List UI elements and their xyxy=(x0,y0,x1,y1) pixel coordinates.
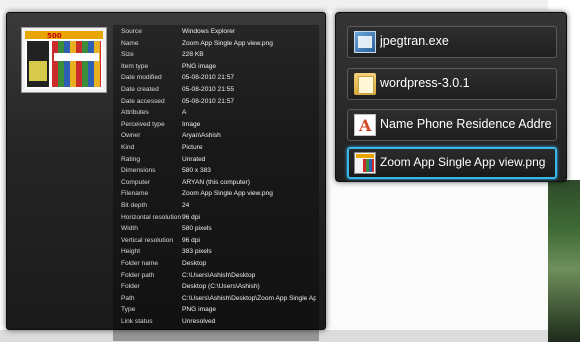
property-key: Name xyxy=(121,39,139,47)
jumplist-item-label: wordpress-3.0.1 xyxy=(380,76,470,90)
property-key: Size xyxy=(121,51,134,59)
property-row: Vertical resolution 96 dpi xyxy=(121,235,316,246)
property-value: PNG image xyxy=(182,306,217,314)
property-key: Date modified xyxy=(121,74,162,82)
property-row: Item type PNG image xyxy=(121,61,316,72)
property-key: Horizontal resolution xyxy=(121,213,182,221)
jumplist-item-wordpress[interactable]: wordpress-3.0.1 xyxy=(347,68,557,100)
property-key: Path xyxy=(121,294,135,302)
property-row: Size 228 KB xyxy=(121,49,316,60)
property-value: 228 KB xyxy=(182,51,204,59)
property-row: Source Windows Explorer xyxy=(121,26,316,37)
property-row: Owner Aryan\Ashish xyxy=(121,130,316,141)
property-key: Rating xyxy=(121,155,141,163)
property-key: Kind xyxy=(121,144,135,151)
property-row: Path C:\Users\Ashish\Desktop\Zoom App Sin… xyxy=(121,293,316,304)
property-row: Rating Unrated xyxy=(121,154,316,165)
property-value: Zoom App Single App view.png xyxy=(182,39,273,47)
property-value: Zoom App Single App view.png xyxy=(182,190,273,198)
property-key: Dimensions xyxy=(121,167,156,175)
property-value: 05-08-2010 21:57 xyxy=(182,97,235,105)
property-row: Folder path C:\Users\Ashish\Desktop xyxy=(121,270,316,281)
exe-icon xyxy=(354,31,376,53)
property-value: Unresolved xyxy=(182,318,216,325)
folder-icon xyxy=(354,73,376,95)
png-image-icon xyxy=(354,152,376,174)
property-key: Folder path xyxy=(121,271,155,279)
property-row: Date accessed 05-08-2010 21:57 xyxy=(121,96,316,107)
property-value: Windows Explorer xyxy=(182,28,236,35)
jumplist-item-zoom-app-png[interactable]: Zoom App Single App view.png xyxy=(347,147,557,179)
property-row: Name Zoom App Single App view.png xyxy=(121,38,316,49)
property-row: Dimensions 580 x 383 xyxy=(121,165,316,176)
property-key: Vertical resolution xyxy=(121,236,174,244)
property-row: Perceived type Image xyxy=(121,119,316,130)
property-value: ARYAN (this computer) xyxy=(182,178,250,186)
property-key: Folder xyxy=(121,283,140,291)
property-row: Computer ARYAN (this computer) xyxy=(121,177,316,188)
property-value: 24 xyxy=(182,202,190,209)
property-key: Item type xyxy=(121,62,149,70)
property-key: Link status xyxy=(121,318,153,325)
jumplist-item-label: jpegtran.exe xyxy=(380,34,449,48)
property-key: Width xyxy=(121,225,138,233)
property-row: Folder name Desktop xyxy=(121,258,316,269)
property-value: 383 pixels xyxy=(182,248,212,256)
property-value: 96 dpi xyxy=(182,213,200,221)
property-key: Filename xyxy=(121,190,149,198)
property-value: 580 x 383 xyxy=(182,167,211,175)
jumplist-item-name-phone[interactable]: Name Phone Residence Addre .. xyxy=(347,109,557,141)
property-key: Source xyxy=(121,28,142,35)
property-row: Width 580 pixels xyxy=(121,223,316,234)
property-key: Computer xyxy=(121,178,150,186)
property-row: Kind Picture xyxy=(121,142,316,153)
background-window-strip xyxy=(0,0,580,10)
property-row: Horizontal resolution96 dpi xyxy=(121,212,316,223)
file-thumbnail[interactable]: 500 xyxy=(21,27,107,93)
property-value: 580 pixels xyxy=(182,225,212,233)
property-key: Perceived type xyxy=(121,120,165,128)
property-row: Attributes A xyxy=(121,107,316,118)
property-key: Folder name xyxy=(121,260,159,267)
property-row: Bit depth 24 xyxy=(121,200,316,211)
property-value: 05-08-2010 21:55 xyxy=(182,86,235,93)
property-row: Filename Zoom App Single App view.png xyxy=(121,188,316,199)
property-value: C:\Users\Ashish\Desktop\Zoom App Single … xyxy=(182,294,316,302)
property-key: Date accessed xyxy=(121,97,165,105)
property-row: Type PNG image xyxy=(121,304,316,315)
property-value: C:\Users\Ashish\Desktop xyxy=(182,271,256,279)
document-icon xyxy=(354,114,376,136)
taskbar-jumplist: jpegtran.exe wordpress-3.0.1 Name Phone … xyxy=(335,12,567,182)
property-row: Folder Desktop (C:\Users\Ashish) xyxy=(121,281,316,292)
property-value: A xyxy=(182,109,187,117)
property-value: PNG image xyxy=(182,62,217,70)
property-value: Picture xyxy=(182,144,203,151)
property-row: Link status Unresolved xyxy=(121,316,316,327)
property-value: Desktop xyxy=(182,260,207,267)
property-value: Image xyxy=(182,120,201,128)
property-key: Bit depth xyxy=(121,202,148,209)
property-value: 96 dpi xyxy=(182,236,200,244)
property-value: Desktop (C:\Users\Ashish) xyxy=(182,283,260,291)
property-key: Type xyxy=(121,306,136,314)
property-row: Date created 05-08-2010 21:55 xyxy=(121,84,316,95)
properties-list: Source Windows Explorer Name Zoom App Singl… xyxy=(113,25,319,341)
property-row: Height 383 pixels xyxy=(121,246,316,257)
property-value: 05-08-2010 21:57 xyxy=(182,74,235,82)
jumplist-item-jpegtran[interactable]: jpegtran.exe xyxy=(347,26,557,58)
jumplist-item-label: Zoom App Single App view.png xyxy=(380,155,546,169)
property-value: Aryan\Ashish xyxy=(182,132,221,140)
property-key: Attributes xyxy=(121,109,149,117)
thumbnail-image: 500 xyxy=(25,31,103,89)
property-value: Unrated xyxy=(182,155,206,163)
thumbnail-headline: 500 xyxy=(47,32,62,40)
property-key: Height xyxy=(121,248,141,256)
property-key: Owner xyxy=(121,132,141,140)
property-key: Date created xyxy=(121,86,159,93)
desktop-wallpaper-fragment xyxy=(548,180,580,342)
property-row: Date modified 05-08-2010 21:57 xyxy=(121,72,316,83)
file-properties-panel: 500 Source Windows Explorer Name Zoom App S… xyxy=(6,12,326,341)
jumplist-item-label: Name Phone Residence Addre .. xyxy=(380,117,556,131)
